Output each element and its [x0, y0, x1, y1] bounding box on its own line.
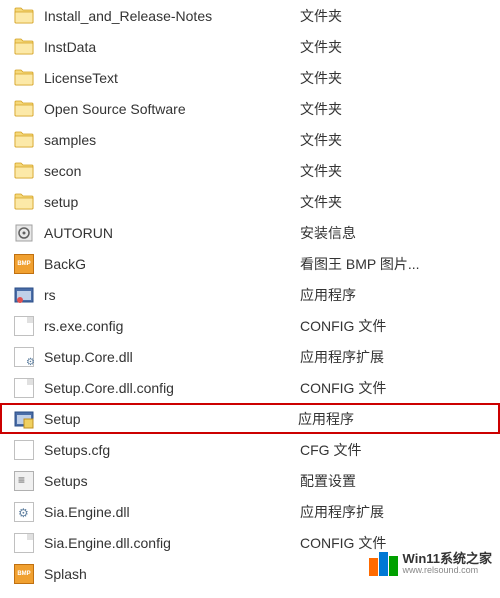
file-type: 安装信息 — [300, 223, 356, 243]
bmp-icon — [14, 254, 34, 274]
dll-file-icon — [14, 347, 34, 367]
autorun-icon — [14, 223, 34, 243]
file-name: setup — [44, 194, 300, 210]
file-type: 应用程序 — [300, 285, 356, 305]
file-type: 文件夹 — [300, 68, 342, 88]
file-type: 应用程序扩展 — [300, 502, 384, 522]
engine-dll-icon — [14, 502, 34, 522]
file-row[interactable]: Sia.Engine.dll应用程序扩展 — [0, 496, 500, 527]
file-row[interactable]: Setups.cfgCFG 文件 — [0, 434, 500, 465]
file-row[interactable]: BackG看图王 BMP 图片... — [0, 248, 500, 279]
file-type: 文件夹 — [300, 6, 342, 26]
folder-icon — [14, 130, 34, 150]
file-type: 文件夹 — [300, 37, 342, 57]
file-name: Sia.Engine.dll.config — [44, 535, 300, 551]
file-name: Setup.Core.dll.config — [44, 380, 300, 396]
file-type: CONFIG 文件 — [300, 533, 386, 553]
file-row[interactable]: Setup.Core.dll应用程序扩展 — [0, 341, 500, 372]
config-file-icon — [14, 533, 34, 553]
file-name: Splash — [44, 566, 300, 582]
file-row[interactable]: Setups配置设置 — [0, 465, 500, 496]
file-type: CFG 文件 — [300, 440, 361, 460]
file-type: CONFIG 文件 — [300, 316, 386, 336]
folder-icon — [14, 37, 34, 57]
file-type: 文件夹 — [300, 99, 342, 119]
cfg-file-icon — [14, 440, 34, 460]
file-type: CONFIG 文件 — [300, 378, 386, 398]
folder-icon — [14, 68, 34, 88]
config-file-icon — [14, 316, 34, 336]
file-name: Setup — [44, 411, 298, 427]
file-row[interactable]: Setup应用程序 — [0, 403, 500, 434]
file-type: 应用程序扩展 — [300, 347, 384, 367]
file-type: 应用程序 — [298, 409, 354, 429]
file-name: samples — [44, 132, 300, 148]
file-type: 文件夹 — [300, 130, 342, 150]
file-row[interactable]: Setup.Core.dll.configCONFIG 文件 — [0, 372, 500, 403]
file-name: Install_and_Release-Notes — [44, 8, 300, 24]
folder-icon — [14, 99, 34, 119]
file-row[interactable]: Open Source Software文件夹 — [0, 93, 500, 124]
file-name: Setups — [44, 473, 300, 489]
file-row[interactable]: LicenseText文件夹 — [0, 62, 500, 93]
settings-file-icon — [14, 471, 34, 491]
file-type: 看图王 BMP 图片... — [300, 254, 420, 274]
file-row[interactable]: rs应用程序 — [0, 279, 500, 310]
file-name: LicenseText — [44, 70, 300, 86]
file-row[interactable]: AUTORUN安装信息 — [0, 217, 500, 248]
file-name: secon — [44, 163, 300, 179]
file-row[interactable]: Install_and_Release-Notes文件夹 — [0, 0, 500, 31]
setup-application-icon — [14, 409, 34, 429]
file-row[interactable]: samples文件夹 — [0, 124, 500, 155]
file-row[interactable]: InstData文件夹 — [0, 31, 500, 62]
file-name: Open Source Software — [44, 101, 300, 117]
file-name: Setups.cfg — [44, 442, 300, 458]
file-row[interactable]: setup文件夹 — [0, 186, 500, 217]
config-file-icon — [14, 378, 34, 398]
watermark-logo-icon — [369, 552, 398, 576]
folder-icon — [14, 6, 34, 26]
application-icon — [14, 285, 34, 305]
watermark-title: Win11系统之家 — [403, 552, 492, 566]
file-type: 文件夹 — [300, 192, 342, 212]
file-name: rs — [44, 287, 300, 303]
file-name: InstData — [44, 39, 300, 55]
file-name: AUTORUN — [44, 225, 300, 241]
file-row[interactable]: secon文件夹 — [0, 155, 500, 186]
folder-icon — [14, 192, 34, 212]
watermark-url: www.relsound.com — [403, 566, 492, 576]
watermark: Win11系统之家 www.relsound.com — [369, 552, 492, 576]
file-name: Setup.Core.dll — [44, 349, 300, 365]
file-name: Sia.Engine.dll — [44, 504, 300, 520]
file-name: BackG — [44, 256, 300, 272]
folder-icon — [14, 161, 34, 181]
file-name: rs.exe.config — [44, 318, 300, 334]
file-type: 文件夹 — [300, 161, 342, 181]
file-type: 配置设置 — [300, 471, 356, 491]
file-list: Install_and_Release-Notes文件夹InstData文件夹L… — [0, 0, 500, 589]
bmp-icon — [14, 564, 34, 584]
file-row[interactable]: rs.exe.configCONFIG 文件 — [0, 310, 500, 341]
